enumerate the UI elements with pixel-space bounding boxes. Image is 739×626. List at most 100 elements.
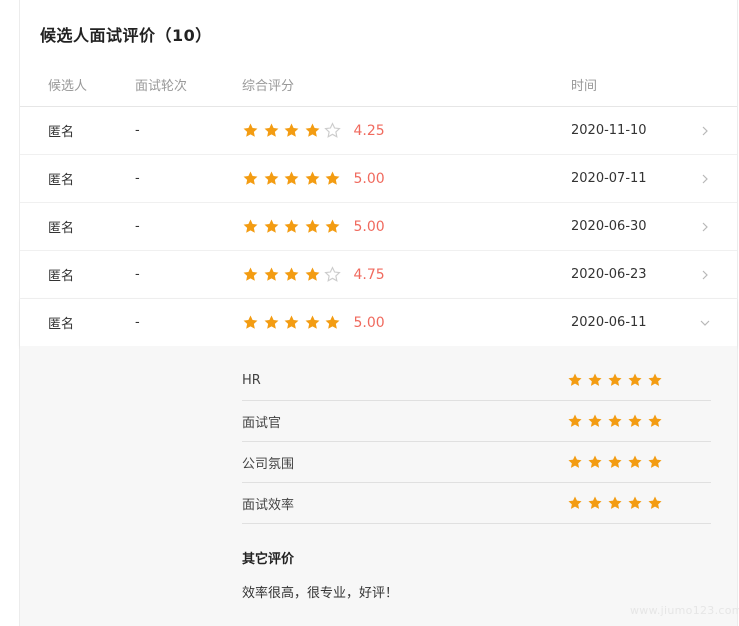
star-rating [242,170,345,187]
star-filled-icon [568,373,582,386]
review-count: 10 [172,26,196,45]
star-filled-icon [648,373,662,386]
overall-score: 5.00 [242,299,385,346]
review-row[interactable]: 匿名 - 4.25 2020-11-10 [20,107,737,155]
review-row[interactable]: 匿名 - 5.00 2020-07-11 [20,155,737,203]
star-filled-icon [648,455,662,468]
star-filled-icon [568,496,582,509]
star-filled-icon [243,219,258,233]
watermark: www.jiumo123.com [630,604,739,617]
star-filled-icon [568,455,582,468]
score-value: 4.75 [353,266,385,283]
other-review-title: 其它评价 [242,552,295,567]
interview-round: - [135,267,140,282]
star-filled-icon [264,123,278,137]
chevron-right-icon[interactable] [700,270,710,280]
star-filled-icon [588,414,602,427]
star-filled-icon [264,171,278,185]
overall-score: 5.00 [242,203,385,250]
review-row[interactable]: 匿名 - 5.00 2020-06-11 [20,299,737,347]
score-value: 4.25 [353,122,385,139]
star-filled-icon [284,315,299,329]
star-filled-icon [608,496,622,509]
star-filled-icon [305,171,319,185]
star-filled-icon [243,171,258,185]
candidate-name: 匿名 [48,221,75,236]
rating-item-label: 面试官 [242,415,282,431]
star-filled-icon [284,123,299,137]
star-filled-icon [588,373,602,386]
score-value: 5.00 [353,314,385,331]
star-filled-icon [588,455,602,468]
review-date: 2020-06-23 [571,267,647,282]
star-filled-icon [608,455,622,468]
rating-item: 面试效率 [242,483,711,524]
rating-item-label: HR [242,372,261,388]
review-row[interactable]: 匿名 - 5.00 2020-06-30 [20,203,737,251]
review-date: 2020-07-11 [571,171,647,186]
star-filled-icon [628,414,642,427]
star-filled-icon [648,414,662,427]
score-value: 5.00 [353,170,385,187]
right-border [737,0,738,626]
other-review-text: 效率很高，很专业，好评！ [242,586,399,601]
star-filled-icon [305,123,319,137]
rating-item-stars [567,360,667,400]
panel-title: 候选人面试评价（10） [40,26,212,45]
star-filled-icon [264,219,278,233]
star-filled-icon [628,455,642,468]
row-toggle[interactable] [695,299,715,346]
star-filled-icon [608,373,622,386]
star-filled-icon [305,315,319,329]
header-round: 面试轮次 [135,78,188,94]
star-filled-icon [243,267,258,281]
row-toggle[interactable] [695,203,715,250]
star-filled-icon [648,496,662,509]
star-filled-icon [243,123,258,137]
header-score: 综合评分 [242,78,295,94]
rating-item-stars [567,442,667,482]
rating-item: 公司氛围 [242,442,711,483]
chevron-right-icon[interactable] [700,126,710,136]
star-filled-icon [264,315,278,329]
star-rating [242,266,345,283]
header-candidate: 候选人 [48,78,88,94]
star-filled-icon [628,373,642,386]
interview-round: - [135,219,140,234]
star-filled-icon [264,267,278,281]
star-filled-icon [305,219,319,233]
row-toggle[interactable] [695,251,715,298]
candidate-name: 匿名 [48,269,75,284]
rating-item: 面试官 [242,401,711,442]
star-filled-icon [284,219,299,233]
star-filled-icon [325,219,340,233]
rating-item-stars [567,401,667,441]
star-filled-icon [628,496,642,509]
star-filled-icon [568,414,582,427]
star-rating [242,218,345,235]
star-filled-icon [325,315,340,329]
header-time: 时间 [571,78,598,94]
star-empty-icon [324,122,341,138]
review-row[interactable]: 匿名 - 4.75 2020-06-23 [20,251,737,299]
table-header: 候选人 面试轮次 综合评分 时间 [20,62,737,107]
star-filled-icon [305,267,319,281]
interview-round: - [135,123,140,138]
score-value: 5.00 [353,218,385,235]
chevron-down-icon[interactable] [700,318,710,328]
star-rating [242,314,345,331]
row-toggle[interactable] [695,155,715,202]
review-date: 2020-06-30 [571,219,647,234]
star-rating [242,122,345,139]
rating-item-label: 面试效率 [242,497,295,513]
chevron-right-icon[interactable] [700,174,710,184]
chevron-right-icon[interactable] [700,222,710,232]
review-date: 2020-11-10 [571,123,647,138]
review-detail-panel: HR 面试官公司氛围面试效率 其它评价 效率很高，很专业，好评！ [20,346,737,626]
star-filled-icon [284,267,299,281]
star-filled-icon [588,496,602,509]
star-filled-icon [284,171,299,185]
panel-title-text: 候选人面试评价 [40,26,156,45]
star-filled-icon [608,414,622,427]
row-toggle[interactable] [695,107,715,154]
